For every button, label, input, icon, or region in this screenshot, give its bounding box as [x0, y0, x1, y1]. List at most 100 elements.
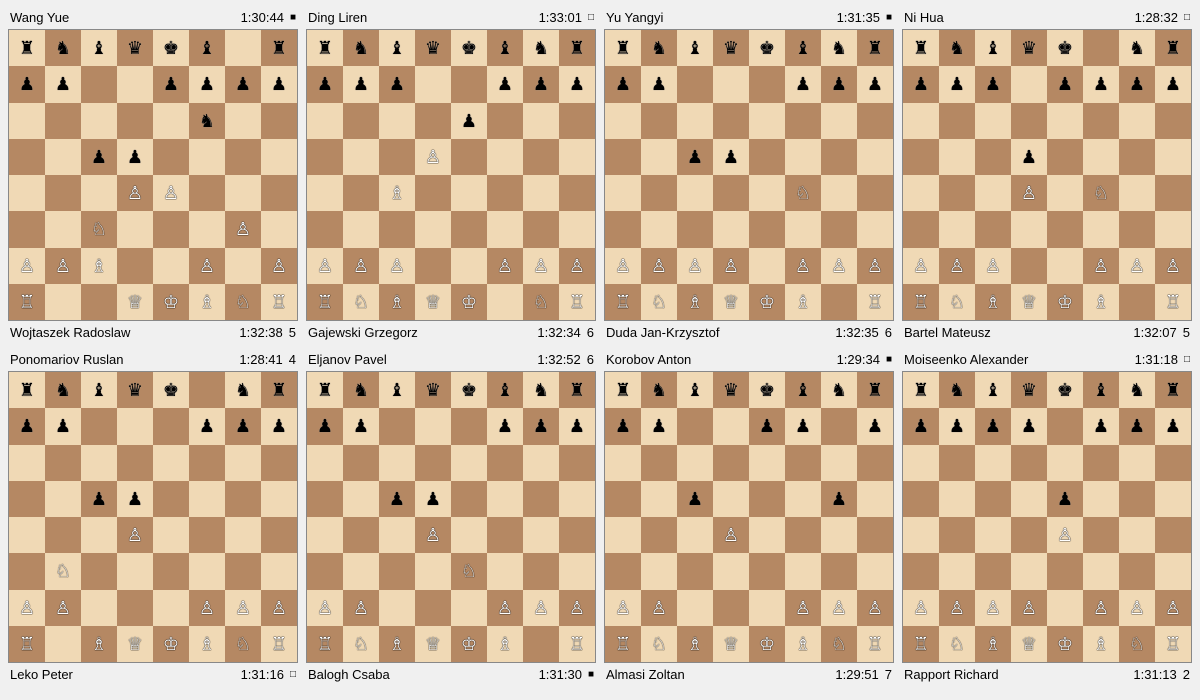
square-6-1: ♙ [939, 590, 975, 626]
square-2-7 [559, 103, 595, 139]
black-time: 1:32:34 [537, 325, 580, 340]
square-3-4 [1047, 139, 1083, 175]
white-moves: 4 [289, 352, 296, 367]
black-player-info: 1:32:356 [835, 325, 892, 340]
square-1-7: ♟ [857, 66, 893, 102]
square-1-1: ♟ [343, 66, 379, 102]
square-3-4 [749, 139, 785, 175]
square-4-7 [1155, 175, 1191, 211]
black-player-info: 1:29:517 [835, 667, 892, 682]
square-3-3 [1011, 481, 1047, 517]
square-6-4 [749, 590, 785, 626]
black-player-info: 1:32:075 [1133, 325, 1190, 340]
square-3-0 [9, 481, 45, 517]
square-1-5: ♟ [785, 66, 821, 102]
square-3-6 [1119, 139, 1155, 175]
square-5-3 [1011, 553, 1047, 589]
square-5-5 [1083, 553, 1119, 589]
square-1-5: ♟ [487, 66, 523, 102]
square-4-6 [523, 175, 559, 211]
square-3-7 [1155, 139, 1191, 175]
square-3-3: ♟ [117, 139, 153, 175]
black-player-name: Gajewski Grzegorz [308, 325, 418, 340]
square-2-4: ♟ [451, 103, 487, 139]
square-7-6 [821, 284, 857, 320]
square-6-1: ♙ [45, 248, 81, 284]
square-4-0 [605, 175, 641, 211]
square-3-6 [821, 139, 857, 175]
square-4-0 [307, 175, 343, 211]
square-0-2: ♝ [677, 30, 713, 66]
square-2-5 [785, 445, 821, 481]
square-4-1 [939, 517, 975, 553]
square-1-0: ♟ [605, 408, 641, 444]
square-7-7: ♖ [261, 626, 297, 662]
square-5-2 [677, 553, 713, 589]
square-2-6 [1119, 445, 1155, 481]
square-6-3 [415, 248, 451, 284]
game-footer-3: Duda Jan-Krzysztof1:32:356 [604, 321, 894, 342]
square-6-0: ♙ [605, 248, 641, 284]
square-3-0 [605, 139, 641, 175]
square-4-5 [1083, 517, 1119, 553]
square-4-5 [189, 175, 225, 211]
square-4-6 [821, 175, 857, 211]
square-6-7: ♙ [857, 248, 893, 284]
square-7-1: ♘ [939, 626, 975, 662]
square-4-6 [225, 517, 261, 553]
square-3-5 [189, 139, 225, 175]
square-3-2 [379, 139, 415, 175]
square-2-5 [487, 445, 523, 481]
square-6-4 [451, 590, 487, 626]
square-7-3: ♕ [117, 284, 153, 320]
square-1-4 [749, 66, 785, 102]
square-6-0: ♙ [903, 590, 939, 626]
square-2-0 [605, 445, 641, 481]
square-2-7 [1155, 445, 1191, 481]
square-1-2: ♟ [975, 408, 1011, 444]
square-4-1 [343, 517, 379, 553]
square-6-2: ♙ [379, 248, 415, 284]
square-2-3 [713, 445, 749, 481]
square-7-3: ♕ [1011, 284, 1047, 320]
game-footer-2: Gajewski Grzegorz1:32:346 [306, 321, 596, 342]
square-4-4 [451, 175, 487, 211]
square-2-0 [903, 103, 939, 139]
white-player-name: Yu Yangyi [606, 10, 663, 25]
square-1-0: ♟ [605, 66, 641, 102]
square-0-3: ♛ [713, 30, 749, 66]
square-7-1: ♘ [343, 284, 379, 320]
square-3-3: ♙ [415, 139, 451, 175]
white-player-name: Ni Hua [904, 10, 944, 25]
black-player-name: Bartel Mateusz [904, 325, 991, 340]
square-2-2 [975, 445, 1011, 481]
square-7-6: ♘ [225, 284, 261, 320]
square-5-5 [1083, 211, 1119, 247]
square-4-2: ♗ [379, 175, 415, 211]
square-7-6: ♘ [1119, 626, 1155, 662]
square-6-7: ♙ [857, 590, 893, 626]
square-7-1: ♘ [641, 284, 677, 320]
white-indicator: □ [1184, 12, 1190, 23]
square-5-6 [225, 553, 261, 589]
square-3-1 [45, 481, 81, 517]
square-3-4 [451, 481, 487, 517]
square-6-0: ♙ [903, 248, 939, 284]
square-1-5: ♟ [1083, 408, 1119, 444]
square-4-3: ♙ [117, 517, 153, 553]
white-player-name: Ding Liren [308, 10, 367, 25]
square-2-5 [487, 103, 523, 139]
square-0-1: ♞ [343, 372, 379, 408]
square-7-1: ♘ [343, 626, 379, 662]
square-1-2 [677, 408, 713, 444]
black-moves: 7 [885, 667, 892, 682]
square-1-0: ♟ [9, 66, 45, 102]
square-0-6: ♞ [523, 372, 559, 408]
square-4-2 [81, 517, 117, 553]
square-2-4 [1047, 445, 1083, 481]
square-5-4 [749, 553, 785, 589]
square-5-2 [379, 211, 415, 247]
square-0-0: ♜ [9, 30, 45, 66]
square-3-6: ♟ [821, 481, 857, 517]
square-3-7 [1155, 481, 1191, 517]
